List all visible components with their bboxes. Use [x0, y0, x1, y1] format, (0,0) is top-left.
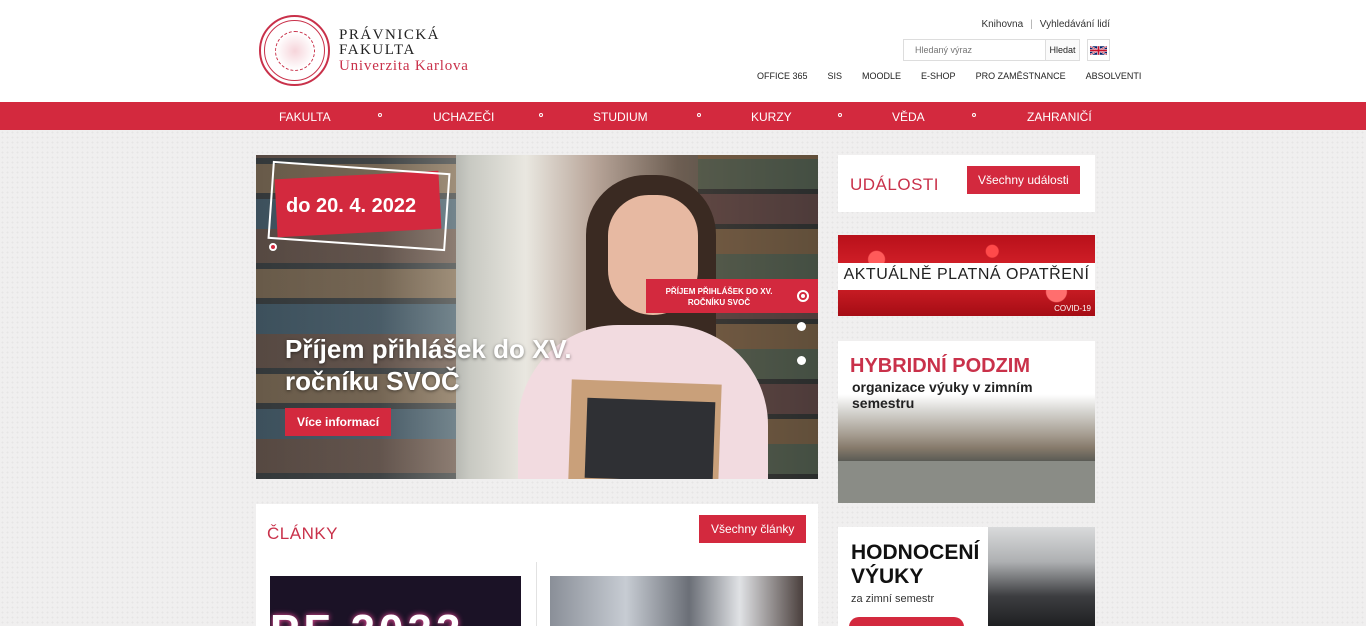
articles-panel: ČLÁNKY Všechny články PF 2022 — [256, 504, 818, 626]
nav-item-study[interactable]: STUDIUM — [593, 102, 648, 130]
slide-active-radio-icon — [797, 290, 809, 302]
search-button[interactable]: Hledat — [1045, 40, 1079, 60]
hybrid-banner-subtitle: organizace výuky v zimním semestru — [852, 379, 1033, 411]
article-image-1[interactable]: PF 2022 — [270, 576, 521, 626]
slide-tab-active[interactable]: PŘÍJEM PŘIHLÁŠEK DO XV. ROČNÍKU SVOČ — [646, 279, 818, 313]
main-navigation: FAKULTA UCHAZEČI STUDIUM KURZY VĚDA ZAHR… — [0, 102, 1366, 130]
search-box: Hledat — [903, 39, 1080, 61]
slide-dot-2[interactable] — [797, 322, 806, 331]
english-language-button[interactable] — [1087, 39, 1110, 61]
survey-banner-title: HODNOCENÍ VÝUKY — [851, 541, 981, 589]
hybrid-autumn-banner[interactable]: HYBRIDNÍ PODZIM organizace výuky v zimní… — [838, 341, 1095, 503]
teaching-evaluation-banner[interactable]: HODNOCENÍ VÝUKY za zimní semestr — [838, 527, 1095, 626]
survey-banner-title-2: VÝUKY — [851, 565, 924, 588]
quick-links: OFFICE 365 SIS MOODLE E-SHOP PRO ZAMĚSTN… — [757, 71, 1141, 81]
seal-core — [274, 30, 315, 71]
hybrid-banner-river-photo — [838, 461, 1095, 503]
nav-separator-dot — [378, 113, 382, 117]
date-pin-icon — [269, 243, 277, 251]
link-library[interactable]: Knihovna — [981, 19, 1023, 30]
survey-banner-lecture-photo — [988, 527, 1095, 626]
slide-tab-label-2: ROČNÍKU SVOČ — [687, 298, 751, 307]
articles-divider — [536, 562, 537, 626]
hybrid-banner-title: HYBRIDNÍ PODZIM — [850, 355, 1030, 377]
uk-flag-icon — [1090, 44, 1107, 56]
nav-separator-dot — [838, 113, 842, 117]
site-header: PRÁVNICKÁ FAKULTA Univerzita Karlova Kni… — [0, 0, 1366, 102]
link-eshop[interactable]: E-SHOP — [921, 71, 956, 81]
logo-line-2: FAKULTA — [339, 42, 416, 58]
faculty-logo-text[interactable]: PRÁVNICKÁ FAKULTA Univerzita Karlova — [339, 28, 469, 75]
slide-tab-label-1: PŘÍJEM PŘIHLÁŠEK DO XV. — [665, 287, 773, 296]
top-links-separator: | — [1030, 19, 1033, 30]
link-employees[interactable]: PRO ZAMĚSTNANCE — [976, 71, 1066, 81]
link-office365[interactable]: OFFICE 365 — [757, 71, 808, 81]
covid-banner-title: AKTUÁLNĚ PLATNÁ OPATŘENÍ — [843, 266, 1090, 283]
nav-item-courses[interactable]: KURZY — [751, 102, 792, 130]
slide-date: do 20. 4. 2022 — [286, 195, 417, 217]
logo-line-3: Univerzita Karlova — [339, 58, 469, 74]
articles-heading: ČLÁNKY — [267, 524, 339, 543]
slide-photo-binder — [584, 397, 716, 479]
logo-line-1: PRÁVNICKÁ — [339, 27, 441, 43]
seal-ring — [264, 20, 325, 81]
slide-title: Příjem přihlášek do XV. ročníku SVOČ — [285, 334, 572, 396]
search-input[interactable] — [904, 40, 1044, 60]
slide-date-tag: do 20. 4. 2022 — [267, 160, 451, 252]
all-events-button[interactable]: Všechny události — [967, 166, 1080, 194]
nav-item-applicants[interactable]: UCHAZEČI — [433, 102, 494, 130]
survey-banner-button[interactable] — [849, 617, 964, 626]
nav-item-faculty[interactable]: FAKULTA — [279, 102, 331, 130]
nav-separator-dot — [972, 113, 976, 117]
nav-separator-dot — [539, 113, 543, 117]
survey-banner-title-1: HODNOCENÍ — [851, 541, 980, 564]
nav-item-international[interactable]: ZAHRANIČÍ — [1027, 102, 1092, 130]
nav-item-science[interactable]: VĚDA — [892, 102, 925, 130]
link-people-search[interactable]: Vyhledávání lidí — [1040, 19, 1110, 30]
all-articles-button[interactable]: Všechny články — [699, 515, 807, 543]
events-heading: UDÁLOSTI — [850, 175, 940, 194]
link-alumni[interactable]: ABSOLVENTI — [1086, 71, 1142, 81]
university-seal-logo[interactable] — [259, 15, 330, 86]
slide-more-info-button[interactable]: Více informací — [285, 408, 392, 436]
top-links: Knihovna | Vyhledávání lidí — [981, 19, 1110, 30]
covid-banner-tag: COVID-19 — [1054, 304, 1091, 313]
events-panel: UDÁLOSTI Všechny události — [838, 155, 1095, 212]
article-image-2[interactable] — [550, 576, 803, 626]
survey-banner-subtitle: za zimní semestr — [851, 593, 935, 605]
slide-dot-3[interactable] — [797, 356, 806, 365]
link-moodle[interactable]: MOODLE — [862, 71, 901, 81]
nav-separator-dot — [697, 113, 701, 117]
covid-measures-banner[interactable]: AKTUÁLNĚ PLATNÁ OPATŘENÍ COVID-19 — [838, 235, 1095, 316]
link-sis[interactable]: SIS — [828, 71, 843, 81]
article-image-1-text: PF 2022 — [270, 606, 464, 626]
